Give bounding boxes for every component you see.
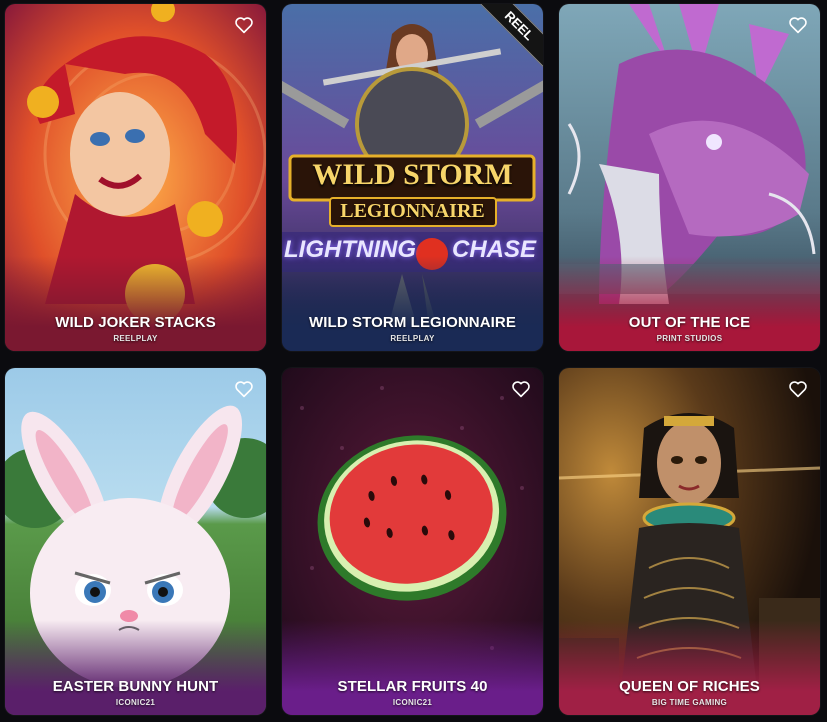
game-caption: OUT OF THE ICE PRINT STUDIOS (559, 314, 820, 343)
game-provider: PRINT STUDIOS (656, 334, 723, 343)
game-caption: EASTER BUNNY HUNT ICONIC21 (5, 678, 266, 707)
game-provider: BIG TIME GAMING (651, 698, 728, 707)
heart-outline-icon (512, 381, 530, 398)
heart-outline-icon (235, 381, 253, 398)
game-title: WILD JOKER STACKS (55, 314, 216, 331)
game-caption: WILD JOKER STACKS REELPLAY (5, 314, 266, 343)
game-provider: ICONIC21 (115, 698, 156, 707)
game-grid: WILD JOKER STACKS REELPLAY WILD STORM LE… (0, 0, 827, 722)
game-card-wild-storm-legionnaire[interactable]: WILD STORM LEGIONNAIRE LIGHTNING CHASE R… (282, 4, 543, 351)
heart-outline-icon (789, 381, 807, 398)
favorite-button[interactable] (786, 14, 810, 36)
favorite-button[interactable] (232, 14, 256, 36)
logo-line1: WILD STORM (312, 158, 513, 191)
game-card-out-of-the-ice[interactable]: OUT OF THE ICE PRINT STUDIOS (559, 4, 820, 351)
game-provider: ICONIC21 (392, 698, 433, 707)
heart-outline-icon (235, 17, 253, 34)
game-title: EASTER BUNNY HUNT (52, 678, 219, 695)
game-caption: QUEEN OF RICHES BIG TIME GAMING (559, 678, 820, 707)
game-title: WILD STORM LEGIONNAIRE (309, 314, 516, 331)
favorite-button[interactable] (232, 378, 256, 400)
game-card-easter-bunny-hunt[interactable]: EASTER BUNNY HUNT ICONIC21 (5, 368, 266, 715)
game-title: OUT OF THE ICE (628, 314, 751, 331)
game-title: QUEEN OF RICHES (619, 678, 760, 695)
favorite-button[interactable] (786, 378, 810, 400)
game-caption: WILD STORM LEGIONNAIRE REELPLAY (282, 314, 543, 343)
game-provider: REELPLAY (113, 334, 158, 343)
game-caption: STELLAR FRUITS 40 ICONIC21 (282, 678, 543, 707)
game-title: STELLAR FRUITS 40 (337, 678, 488, 695)
game-card-wild-joker-stacks[interactable]: WILD JOKER STACKS REELPLAY (5, 4, 266, 351)
heart-outline-icon (789, 17, 807, 34)
game-card-stellar-fruits-40[interactable]: STELLAR FRUITS 40 ICONIC21 (282, 368, 543, 715)
game-provider: REELPLAY (390, 334, 435, 343)
game-card-queen-of-riches[interactable]: QUEEN OF RICHES BIG TIME GAMING (559, 368, 820, 715)
logo-line2: LEGIONNAIRE (340, 200, 485, 222)
favorite-button[interactable] (509, 378, 533, 400)
